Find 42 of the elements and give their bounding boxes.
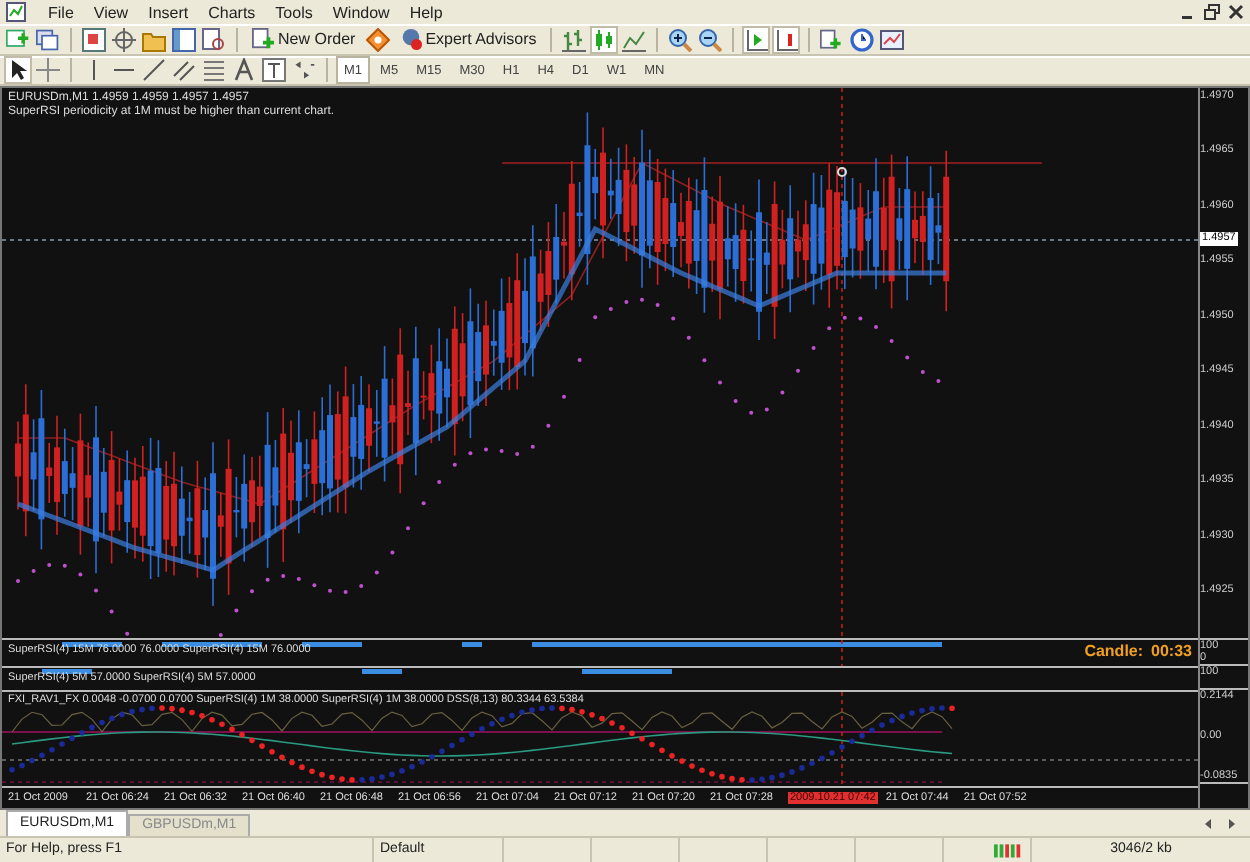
zoom-out-icon[interactable] bbox=[698, 27, 723, 52]
cursor-icon[interactable] bbox=[6, 58, 30, 83]
menu-item[interactable]: Tools bbox=[265, 3, 323, 22]
new-order-button[interactable]: New Order bbox=[248, 26, 360, 53]
zoom-in-icon[interactable] bbox=[668, 27, 693, 52]
window-icon[interactable] bbox=[82, 27, 106, 52]
scroll-left-icon[interactable] bbox=[1202, 817, 1214, 830]
windows-icon[interactable] bbox=[36, 27, 60, 52]
document-search-icon[interactable] bbox=[202, 27, 226, 52]
template-icon[interactable] bbox=[880, 27, 905, 52]
folder-icon[interactable] bbox=[142, 27, 166, 52]
cursor-marker bbox=[837, 166, 847, 177]
line-chart-icon[interactable] bbox=[622, 27, 647, 52]
candlestick-icon[interactable] bbox=[592, 27, 617, 52]
scroll-right-icon[interactable] bbox=[1226, 817, 1238, 830]
trendline-icon[interactable] bbox=[142, 58, 166, 83]
restore-icon[interactable] bbox=[1204, 4, 1220, 21]
chart-window-icon[interactable] bbox=[6, 2, 26, 23]
menu-item[interactable]: File bbox=[38, 3, 84, 22]
chart-shift-icon[interactable] bbox=[744, 27, 769, 52]
menu-item[interactable]: View bbox=[83, 3, 139, 22]
candle-timer-label: Candle: bbox=[1084, 641, 1144, 660]
menu-item[interactable]: Insert bbox=[138, 3, 199, 22]
label-icon[interactable] bbox=[262, 58, 286, 83]
expert-advisors-button[interactable]: Expert Advisors bbox=[395, 26, 541, 53]
connection-bars-icon bbox=[994, 841, 1024, 858]
candle-timer-value: 00:33 bbox=[1151, 641, 1192, 660]
menu-item[interactable]: Charts bbox=[198, 3, 266, 22]
crosshair-icon[interactable] bbox=[112, 27, 136, 52]
bar-chart-icon[interactable] bbox=[562, 27, 587, 52]
panel-icon[interactable] bbox=[172, 27, 196, 52]
indicator-add-icon[interactable] bbox=[820, 27, 845, 52]
menu-item[interactable]: Window bbox=[322, 3, 400, 22]
crosshair-line bbox=[841, 691, 843, 786]
clock-icon[interactable] bbox=[850, 27, 875, 52]
close-icon[interactable] bbox=[1228, 4, 1244, 21]
autoscroll-icon[interactable] bbox=[774, 27, 799, 52]
diamond-icon[interactable] bbox=[365, 27, 390, 52]
channel-icon[interactable] bbox=[172, 58, 196, 83]
text-icon[interactable] bbox=[232, 58, 256, 83]
menu-item[interactable]: Help bbox=[399, 3, 453, 22]
arrows-icon[interactable] bbox=[292, 58, 316, 83]
